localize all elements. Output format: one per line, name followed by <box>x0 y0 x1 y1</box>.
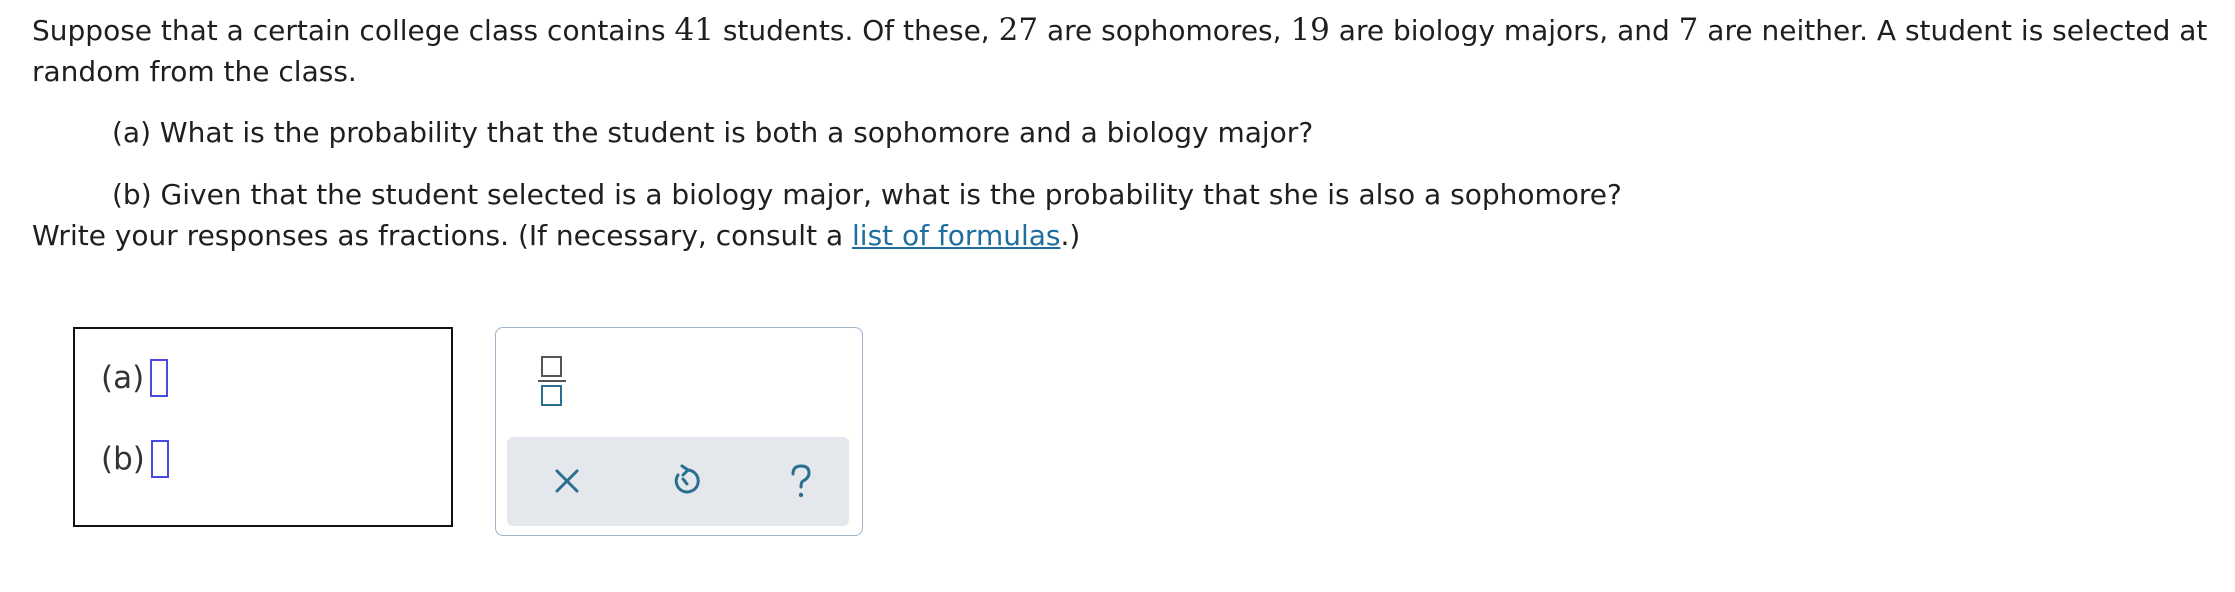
answer-a-input[interactable] <box>150 359 169 397</box>
question-b: (b) Given that the student selected is a… <box>112 178 1622 211</box>
fraction-icon <box>538 356 566 406</box>
sophomores-value: 27 <box>998 12 1039 48</box>
math-tool-panel <box>495 327 863 536</box>
answer-b-label: (b) <box>101 441 145 477</box>
question-a: (a) What is the probability that the stu… <box>112 116 1314 149</box>
x-icon <box>555 469 579 493</box>
answer-a-label: (a) <box>101 360 145 396</box>
instruction-text-before: Write your responses as fractions. (If n… <box>32 219 853 252</box>
instructions: Write your responses as fractions. (If n… <box>32 215 2222 256</box>
help-button[interactable] <box>779 459 823 503</box>
answer-box: (a) (b) <box>73 327 453 527</box>
fraction-button[interactable] <box>538 355 566 407</box>
problem-statement: Suppose that a certain college class con… <box>32 10 2222 256</box>
undo-button[interactable] <box>663 459 707 503</box>
clear-button[interactable] <box>545 459 589 503</box>
intro-text-3: are sophomores, <box>1038 14 1291 47</box>
question-icon <box>791 464 811 498</box>
instruction-text-after: .) <box>1060 219 1081 252</box>
intro-text-1: Suppose that a certain college class con… <box>32 14 675 47</box>
undo-icon <box>674 464 700 494</box>
intro-text-4: are biology majors, and <box>1329 14 1679 47</box>
problem-intro: Suppose that a certain college class con… <box>32 10 2222 92</box>
formulas-link[interactable]: list of formulas <box>852 219 1060 252</box>
neither-value: 7 <box>1678 12 1699 48</box>
biology-majors-value: 19 <box>1290 12 1330 48</box>
answer-row-a: (a) <box>101 359 169 397</box>
total-students-value: 41 <box>674 12 714 48</box>
answer-row-b: (b) <box>101 440 169 478</box>
intro-text-2: students. Of these, <box>713 14 999 47</box>
action-bar <box>507 437 849 526</box>
answer-b-input[interactable] <box>150 440 169 478</box>
